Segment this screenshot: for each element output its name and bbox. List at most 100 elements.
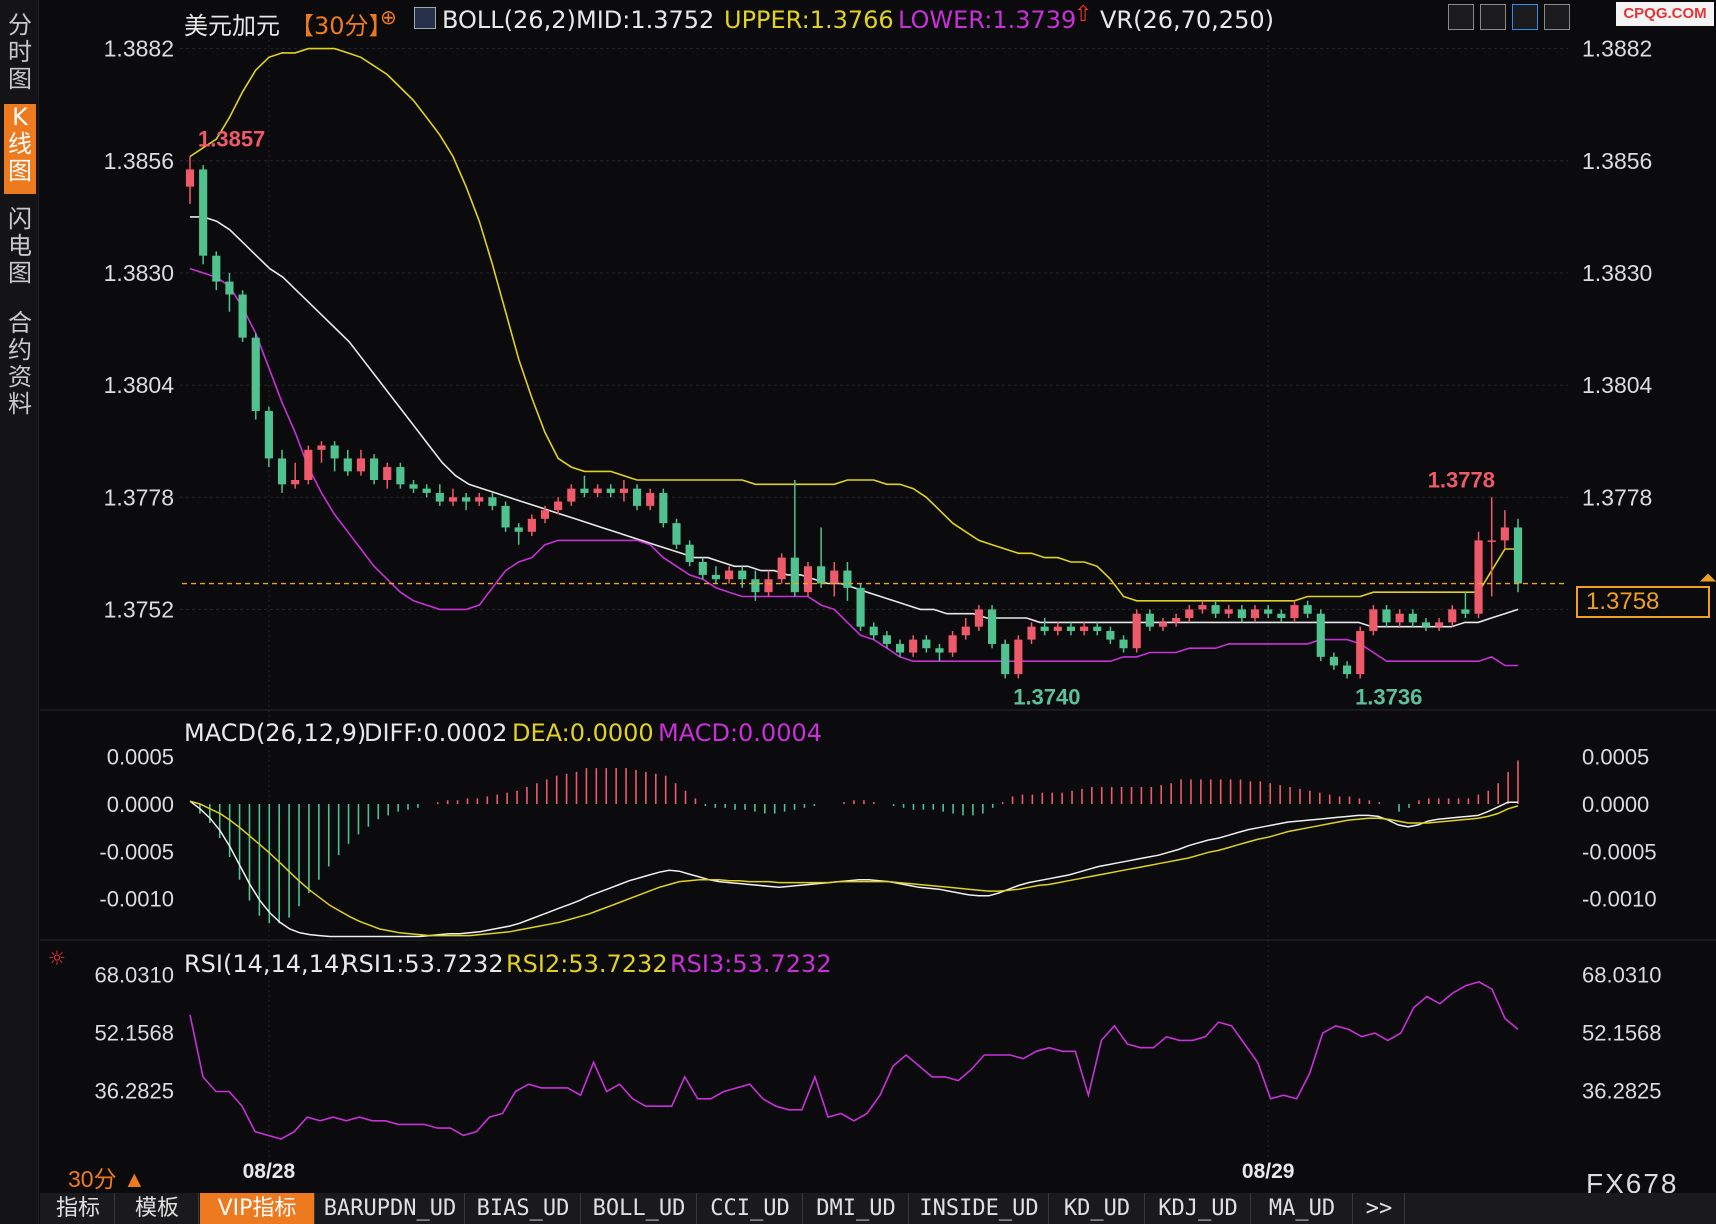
candle-body	[619, 488, 628, 493]
settings-sun-icon[interactable]: ☼	[48, 946, 66, 970]
macd-tick-label-right: -0.0005	[1582, 839, 1657, 864]
rsi-line	[189, 981, 1519, 1140]
candle-body	[606, 488, 615, 493]
candle-body	[1382, 609, 1391, 623]
macd-dea-value: DEA:0.0000	[512, 719, 654, 747]
candle-body	[830, 570, 839, 584]
macd-tick-label-left: -0.0010	[99, 887, 174, 912]
candle-body	[646, 492, 655, 506]
candle-body	[790, 557, 799, 593]
candle-body	[1198, 605, 1207, 610]
price-tick-label-right: 1.3778	[1582, 484, 1652, 510]
arrow-up-icon[interactable]: ⇧	[1074, 2, 1092, 27]
extreme-price-label: 1.3778	[1428, 467, 1495, 492]
fullscreen-icon[interactable]	[1544, 4, 1570, 30]
candle-body	[501, 505, 510, 528]
tab-more[interactable]: >>	[1354, 1193, 1405, 1224]
candle-body	[304, 449, 313, 480]
rsi-tick-label-left: 52.1568	[94, 1021, 174, 1046]
macd-dea-line	[189, 800, 1519, 937]
line-chart-icon[interactable]	[1512, 4, 1538, 30]
macd-panel[interactable]	[189, 760, 1519, 938]
kline-panel[interactable]	[182, 47, 1716, 679]
candle-body	[738, 570, 747, 580]
candle-body	[1421, 622, 1431, 627]
candle-body	[948, 635, 957, 653]
tab-ma[interactable]: MA_UD	[1252, 1193, 1353, 1224]
tab-inside[interactable]: INSIDE_UD	[910, 1193, 1049, 1224]
date-tick-label: 08/29	[1242, 1160, 1295, 1183]
price-tick-label-right: 1.3830	[1582, 260, 1652, 286]
macd-tick-label-left: 0.0005	[107, 745, 174, 770]
indicator-chart-icon[interactable]	[414, 7, 436, 29]
tab-indicator[interactable]: 指标	[42, 1193, 115, 1224]
candle-body	[1066, 626, 1076, 631]
candle-body	[383, 467, 392, 480]
period-selector[interactable]: 30分 ▲	[68, 1160, 146, 1194]
tab-vip-indicator[interactable]: VIP指标	[200, 1193, 315, 1224]
rsi1-value: RSI1:53.7232	[342, 950, 504, 978]
candle-body	[1487, 540, 1496, 542]
rsi2-value: RSI2:53.7232	[506, 950, 668, 978]
tab-kd[interactable]: KD_UD	[1050, 1193, 1145, 1224]
candle-body	[1277, 613, 1286, 619]
chart-canvas[interactable]: 1.3882 1.3882 1.3856 1.3856 1.3830 1.3830 1.38…	[0, 0, 1716, 1224]
candle-body	[659, 492, 668, 524]
tab-barupdn[interactable]: BARUPDN_UD	[316, 1193, 465, 1224]
candle-body	[909, 639, 918, 653]
rsi-tick-label-right: 36.2825	[1582, 1079, 1662, 1104]
vr-label: VR(26,70,250)	[1100, 6, 1274, 34]
price-tick-label-left: 1.3778	[104, 484, 174, 510]
rsi-tick-label-right: 68.0310	[1582, 963, 1662, 988]
candle-body	[764, 579, 773, 593]
tab-kdj[interactable]: KDJ_UD	[1146, 1193, 1251, 1224]
candle-body	[1040, 626, 1049, 631]
candle-body	[527, 518, 536, 532]
candle-body	[1132, 613, 1141, 649]
candle-body	[1461, 609, 1470, 614]
macd-macd-value: MACD:0.0004	[658, 719, 823, 747]
bar-chart-icon[interactable]	[1480, 4, 1506, 30]
candle-body	[803, 566, 813, 593]
candle-body	[1250, 609, 1260, 619]
grid-layout-icon[interactable]	[1448, 4, 1474, 30]
candle-body	[396, 467, 405, 485]
candle-body	[422, 488, 431, 493]
candle-body	[554, 501, 563, 511]
extreme-price-label: 1.3736	[1355, 684, 1422, 709]
crosshair-icon[interactable]: ⊕	[380, 5, 397, 29]
candle-body	[672, 523, 681, 545]
boll-lower-line	[189, 267, 1518, 667]
candle-body	[1329, 656, 1338, 666]
candle-body	[1303, 605, 1312, 614]
candle-body	[843, 570, 852, 588]
rsi-panel[interactable]	[189, 981, 1519, 1140]
candle-body	[817, 566, 826, 584]
candle-body	[698, 561, 707, 575]
candle-body	[1513, 527, 1523, 584]
candle-body	[448, 497, 458, 502]
candle-body	[580, 488, 589, 493]
candle-body	[1224, 609, 1233, 614]
tab-template[interactable]: 模板	[116, 1193, 199, 1224]
candle-body	[1027, 626, 1036, 640]
tab-dmi[interactable]: DMI_UD	[804, 1193, 909, 1224]
candle-body	[685, 544, 694, 562]
current-price-tag: 1.3758	[1576, 585, 1710, 618]
candle-body	[185, 169, 195, 187]
price-tick-label-left: 1.3856	[104, 148, 174, 174]
candle-body	[370, 458, 379, 480]
candle-body	[317, 445, 326, 450]
rsi-tick-label-left: 68.0310	[94, 963, 174, 988]
tab-cci[interactable]: CCI_UD	[698, 1193, 803, 1224]
candle-body	[1158, 622, 1168, 627]
tab-boll[interactable]: BOLL_UD	[582, 1193, 697, 1224]
boll-upper-value: UPPER:1.3766	[724, 6, 894, 34]
candle-body	[1290, 605, 1299, 619]
candle-body	[1264, 609, 1273, 614]
tab-bias[interactable]: BIAS_UD	[466, 1193, 581, 1224]
macd-tick-label-right: 0.0005	[1582, 745, 1649, 770]
period-label[interactable]: 【30分】	[290, 6, 393, 41]
watermark-logo: CPQG.COM	[1616, 2, 1714, 26]
candle-body	[593, 488, 602, 493]
